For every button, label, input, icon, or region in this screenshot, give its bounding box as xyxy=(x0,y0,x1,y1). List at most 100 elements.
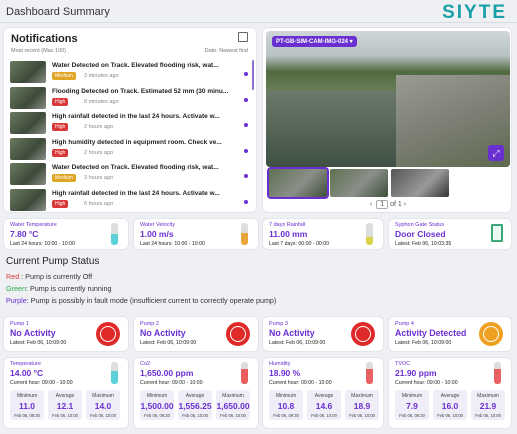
stat-maximum: Maximum 14.0 Feb 06, 10:00 xyxy=(86,390,120,420)
notification-thumbnail xyxy=(10,112,46,134)
env-meta: Current hour: 09:00 - 10:00 xyxy=(140,380,203,386)
header-divider xyxy=(0,22,517,23)
pump-1-card[interactable]: Pump 1 No Activity Latest: Feb 06, 10:09… xyxy=(3,316,129,352)
notification-message: High rainfall detected in the last 24 ho… xyxy=(52,113,220,120)
sensor-meta: Last 7 days: 00:00 - 00:00 xyxy=(269,241,329,247)
tvoc-card[interactable]: TVOC 21.90 ppm Current hour: 09:00 - 10:… xyxy=(388,357,512,429)
legend-red: Red : Pump is currently Off xyxy=(6,272,92,281)
stat-average: Average 16.0 Feb 06, 10:00 xyxy=(433,390,467,420)
notification-item[interactable]: High humidity detected in equipment room… xyxy=(10,137,250,162)
pump-label: Pump 4 xyxy=(395,321,414,327)
notifications-panel: Notifications Most recent (Max 100) Date… xyxy=(3,27,257,213)
humidity-card[interactable]: Humidity 18.90 % Current hour: 09:00 - 1… xyxy=(262,357,384,429)
pump-3-card[interactable]: Pump 3 No Activity Latest: Feb 06, 10:09… xyxy=(262,316,384,352)
syphon-gate-card[interactable]: Syphon Gate Status Door Closed Latest: F… xyxy=(388,218,512,250)
notification-message: High rainfall detected in the last 24 ho… xyxy=(52,189,220,197)
pump-status: Activity Detected xyxy=(395,328,467,338)
notification-item[interactable]: Water Detected on Track. Elevated floodi… xyxy=(10,60,250,85)
env-value: 14.00 °C xyxy=(10,368,44,378)
pump-label: Pump 1 xyxy=(10,321,29,327)
notification-time: 8 minutes ago xyxy=(84,98,119,105)
sensor-value: Door Closed xyxy=(395,229,446,239)
camera-thumbnail[interactable] xyxy=(267,167,329,199)
notification-thumbnail xyxy=(10,61,46,83)
sensor-value: 1.00 m/s xyxy=(140,229,174,239)
pump-4-card[interactable]: Pump 4 Activity Detected Latest: Feb 06,… xyxy=(388,316,512,352)
stat-minimum: Minimum 10.8 Feb 06, 09:30 xyxy=(269,390,303,420)
open-external-icon[interactable] xyxy=(238,32,248,42)
legend-purple: Purple: Pump is possibly in fault mode (… xyxy=(6,296,276,305)
stat-average: Average 1,556.25 Feb 06, 10:00 xyxy=(178,390,212,420)
legend-text: : Pump is currently Off xyxy=(19,272,93,281)
sensor-label: Water Velocity xyxy=(140,222,175,228)
stat-minimum: Minimum 1,500.00 Feb 06, 09:30 xyxy=(140,390,174,420)
next-page-button[interactable]: › xyxy=(404,201,406,208)
notifications-title: Notifications xyxy=(11,33,78,45)
severity-badge: High xyxy=(52,148,69,157)
rainfall-card[interactable]: 7 days Rainfall 11.00 mm Last 7 days: 00… xyxy=(262,218,384,250)
thumbnail-strip xyxy=(266,167,510,199)
camera-panel: PT-GB-SIM-CAM-IMG-024 ▾ ⤢ ‹ 1 of 1 › xyxy=(262,27,512,213)
sensor-label: 7 days Rainfall xyxy=(269,222,306,228)
notification-thumbnail xyxy=(10,137,46,160)
level-gauge-icon xyxy=(366,223,373,245)
severity-badge: High xyxy=(52,123,69,131)
notification-item[interactable]: High rainfall detected in the last 24 ho… xyxy=(10,188,250,213)
pump-label: Pump 3 xyxy=(269,321,288,327)
pump-label: Pump 2 xyxy=(140,321,159,327)
env-stats: Minimum 11.0 Feb 06, 09:30 Average 12.1 Feb … xyxy=(10,390,120,422)
camera-image[interactable]: PT-GB-SIM-CAM-IMG-024 ▾ ⤢ xyxy=(266,31,510,167)
page-total: of 1 xyxy=(390,201,402,208)
temperature-card[interactable]: Temperature 14.00 °C Current hour: 09:00… xyxy=(3,357,129,429)
expand-icon[interactable]: ⤢ xyxy=(488,145,504,161)
camera-thumbnail[interactable] xyxy=(391,169,449,197)
env-value: 21.90 ppm xyxy=(395,368,437,378)
notification-thumbnail xyxy=(10,163,46,185)
sensor-value: 7.80 °C xyxy=(10,229,39,239)
page-title: Dashboard Summary xyxy=(6,6,110,18)
co2-card[interactable]: Co2 1,650.00 ppm Current hour: 09:00 - 1… xyxy=(133,357,259,429)
notification-item[interactable]: Water Detected on Track. Elevated floodi… xyxy=(10,162,250,187)
page-number[interactable]: 1 xyxy=(376,200,389,209)
camera-thumbnail[interactable] xyxy=(330,169,388,197)
door-icon xyxy=(491,224,503,242)
notification-message: Flooding Detected on Track. Estimated 52… xyxy=(52,87,229,95)
env-meta: Current hour: 09:00 - 10:00 xyxy=(269,380,332,386)
severity-badge: Medium xyxy=(52,174,76,182)
notification-item[interactable]: Flooding Detected on Track. Estimated 52… xyxy=(10,86,250,111)
pump-2-card[interactable]: Pump 2 No Activity Latest: Feb 06, 10:09… xyxy=(133,316,259,352)
notification-item[interactable]: High rainfall detected in the last 24 ho… xyxy=(10,111,250,136)
legend-key: Green xyxy=(6,284,26,293)
sort-dropdown[interactable]: Date: Newest first xyxy=(205,48,248,54)
water-velocity-card[interactable]: Water Velocity 1.00 m/s Last 24 hours: 1… xyxy=(133,218,259,250)
notification-time: 3 hours ago xyxy=(84,175,114,181)
notification-message: High humidity detected in equipment room… xyxy=(52,138,222,146)
env-value: 18.90 % xyxy=(269,368,301,378)
brand-logo: SIYTE xyxy=(442,2,507,23)
stat-maximum: Maximum 21.9 Feb 06, 10:00 xyxy=(471,390,505,420)
pump-status-indicator-icon xyxy=(479,322,503,346)
env-label: Co2 xyxy=(140,361,151,367)
unread-dot-icon xyxy=(244,123,248,127)
stat-maximum: Maximum 18.9 Feb 06, 10:00 xyxy=(345,390,379,420)
camera-selector[interactable]: PT-GB-SIM-CAM-IMG-024 ▾ xyxy=(272,36,357,47)
scrollbar[interactable] xyxy=(252,60,254,90)
sensor-label: Syphon Gate Status xyxy=(395,222,445,228)
level-gauge-icon xyxy=(241,362,248,384)
level-gauge-icon xyxy=(366,362,373,384)
notification-time: 2 hours ago xyxy=(84,124,114,130)
pump-section-title: Current Pump Status xyxy=(6,256,100,267)
pump-status-indicator-icon xyxy=(226,322,250,346)
pump-status-indicator-icon xyxy=(351,322,375,346)
pump-meta: Latest: Feb 06, 10:09:00 xyxy=(395,340,452,346)
prev-page-button[interactable]: ‹ xyxy=(370,201,372,208)
water-temperature-card[interactable]: Water Temperature 7.80 °C Last 24 hours:… xyxy=(3,218,129,250)
notification-time: 3 minutes ago xyxy=(84,73,119,79)
unread-dot-icon xyxy=(244,174,248,178)
notification-time: 2 hours ago xyxy=(84,149,114,156)
env-meta: Current hour: 09:00 - 10:00 xyxy=(395,380,458,386)
notification-time: 6 hours ago xyxy=(84,200,114,207)
unread-dot-icon xyxy=(244,97,248,102)
legend-green: Green: Pump is currently running xyxy=(6,284,111,293)
notification-message: Water Detected on Track. Elevated floodi… xyxy=(52,164,219,171)
